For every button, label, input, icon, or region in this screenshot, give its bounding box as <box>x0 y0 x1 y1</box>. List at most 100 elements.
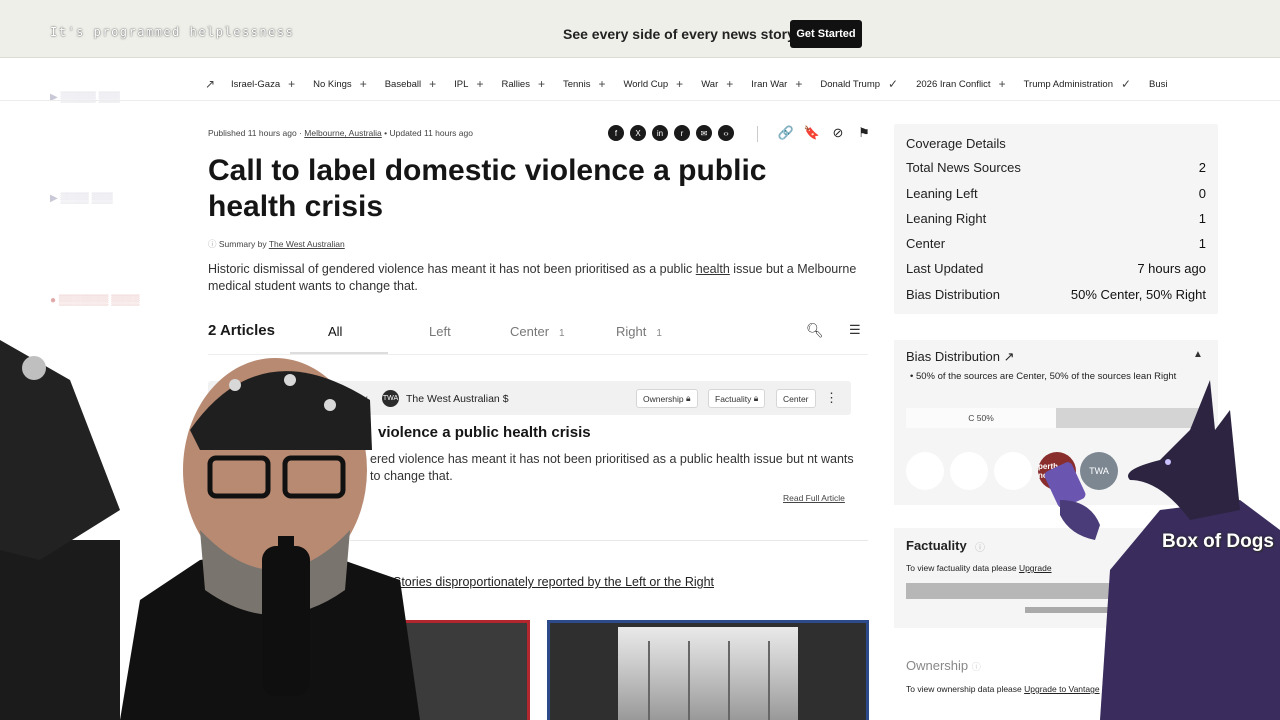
add-topic-icon[interactable]: + <box>538 77 545 91</box>
location-link[interactable]: Melbourne, Australia <box>304 128 382 138</box>
source-bubble[interactable] <box>906 452 944 490</box>
published-time: Published 11 hours ago <box>208 128 297 138</box>
topic-label: Donald Trump <box>820 78 881 90</box>
add-topic-icon[interactable]: + <box>476 77 483 91</box>
add-topic-icon[interactable]: + <box>360 77 367 91</box>
dog-paw <box>1060 500 1100 540</box>
info-icon[interactable]: ⓘ <box>972 662 981 672</box>
flag-icon[interactable]: ⚑ <box>855 124 873 142</box>
coverage-label: Leaning Right <box>906 211 987 226</box>
coverage-label: Bias Distribution <box>906 287 1000 302</box>
microphone <box>0 340 120 560</box>
info-icon[interactable]: ⓘ <box>975 539 985 554</box>
link-icon[interactable]: 🔗 <box>777 124 795 142</box>
mic-knob <box>22 356 46 380</box>
filter-icon[interactable]: ☰ <box>849 322 861 338</box>
add-topic-icon[interactable]: + <box>288 77 295 91</box>
coverage-label: Leaning Left <box>906 186 978 201</box>
factuality-pill[interactable]: Factuality 🔒︎ <box>708 389 766 408</box>
topic-label: Iran War <box>751 78 788 90</box>
topic-chip[interactable]: Tennis + <box>563 77 605 91</box>
streamer-webcam-overlay <box>0 340 420 720</box>
followed-check-icon[interactable]: ✓ <box>1121 77 1131 91</box>
linkedin-icon[interactable]: in <box>652 125 668 141</box>
topic-chip[interactable]: Donald Trump ✓ <box>820 77 898 91</box>
topic-chip[interactable]: Baseball + <box>385 77 436 91</box>
coverage-label: Total News Sources <box>906 160 1021 175</box>
source-bubble[interactable] <box>950 452 988 490</box>
topic-chip[interactable]: Rallies + <box>501 77 545 91</box>
x-icon[interactable]: X <box>630 125 646 141</box>
topic-label: 2026 Iran Conflict <box>916 78 991 90</box>
bandana-pattern <box>229 379 241 391</box>
lock-icon: 🔒︎ <box>686 393 691 403</box>
ownership-pill[interactable]: Ownership 🔒︎ <box>636 389 698 408</box>
summary-source-link[interactable]: The West Australian <box>269 239 345 249</box>
add-topic-icon[interactable]: + <box>598 77 605 91</box>
coverage-row: Total News Sources 2 <box>906 160 1206 175</box>
add-topic-icon[interactable]: + <box>676 77 683 91</box>
embed-icon[interactable]: ‹› <box>718 125 734 141</box>
reddit-icon[interactable]: r <box>674 125 690 141</box>
trending-icon: ↗ <box>205 77 216 91</box>
bandana-pattern <box>324 399 336 411</box>
coverage-row: Last Updated 7 hours ago <box>906 261 1206 276</box>
coverage-title: Coverage Details <box>906 136 1006 151</box>
topic-label: Israel-Gaza <box>231 78 281 90</box>
bias-bar-center: C 50% <box>906 408 1056 428</box>
coverage-row: Bias Distribution 50% Center, 50% Right <box>906 287 1206 302</box>
photo-detail <box>688 641 690 720</box>
email-icon[interactable]: ✉ <box>696 125 712 141</box>
tab-right[interactable]: Right 1 <box>616 324 662 339</box>
health-link[interactable]: health <box>696 262 730 276</box>
add-topic-icon[interactable]: + <box>999 77 1006 91</box>
source-bubble[interactable] <box>994 452 1032 490</box>
topic-chip[interactable]: Iran War + <box>751 77 802 91</box>
topic-chip[interactable]: World Cup + <box>623 77 683 91</box>
coverage-row: Leaning Left 0 <box>906 186 1206 201</box>
summary-by-label: Summary by <box>218 239 267 249</box>
coverage-row: Leaning Right 1 <box>906 211 1206 226</box>
bias-pill[interactable]: Center <box>776 389 816 408</box>
ownership-title: Ownership ⓘ <box>906 658 981 673</box>
topic-chip[interactable]: Busi <box>1149 79 1167 90</box>
bias-title-text: Bias Distribution <box>906 349 1000 364</box>
add-topic-icon[interactable]: + <box>795 77 802 91</box>
info-icon: ⓘ <box>208 239 219 249</box>
topic-chip[interactable]: Trump Administration ✓ <box>1024 77 1131 91</box>
facebook-icon[interactable]: f <box>608 125 624 141</box>
bookmark-icon[interactable]: 🔖 <box>803 124 821 142</box>
bottle <box>262 546 310 696</box>
block-icon[interactable]: ⊘ <box>829 124 847 142</box>
topic-chip[interactable]: No Kings + <box>313 77 367 91</box>
more-options-icon[interactable]: ⋮ <box>825 390 838 406</box>
topic-label: World Cup <box>623 78 669 90</box>
bandana-pattern <box>284 374 296 386</box>
lock-icon: 🔒︎ <box>753 393 759 403</box>
right-story-thumbnail[interactable] <box>547 620 869 720</box>
coverage-value: 1 <box>1198 211 1206 226</box>
box-of-dogs-label: Box of Dogs <box>1162 531 1274 552</box>
add-topic-icon[interactable]: + <box>429 77 436 91</box>
faded-sidebar-item: ● ▒▒▒▒▒▒▒ ▒▒▒▒ <box>50 295 140 306</box>
followed-check-icon[interactable]: ✓ <box>888 77 898 91</box>
article-title: Call to label domestic violence a public… <box>208 154 767 223</box>
ownership-pill-label: Ownership <box>643 393 684 404</box>
summary-by: ⓘ Summary by The West Australian <box>208 238 345 250</box>
topic-chip[interactable]: IPL + <box>454 77 483 91</box>
get-started-button[interactable]: Get Started <box>790 20 862 48</box>
add-topic-icon[interactable]: + <box>726 77 733 91</box>
topic-label: No Kings <box>313 78 352 90</box>
search-icon[interactable]: 🔍︎ <box>806 322 824 339</box>
coverage-value: 7 hours ago <box>1137 261 1206 276</box>
article-actions: 🔗 🔖 ⊘ ⚑ <box>777 124 873 142</box>
topic-chip[interactable]: Israel-Gaza + <box>231 77 295 91</box>
tab-center-count: 1 <box>559 328 565 339</box>
summary-text: Historic dismissal of gendered violence … <box>208 262 696 276</box>
bias-title[interactable]: Bias Distribution ↗ <box>906 349 1014 365</box>
topic-chip[interactable]: 2026 Iran Conflict + <box>916 77 1005 91</box>
coverage-value: 2 <box>1198 160 1206 175</box>
read-full-article-link[interactable]: Read Full Article <box>783 493 845 503</box>
divider <box>757 126 758 142</box>
topic-chip[interactable]: War + <box>701 77 733 91</box>
